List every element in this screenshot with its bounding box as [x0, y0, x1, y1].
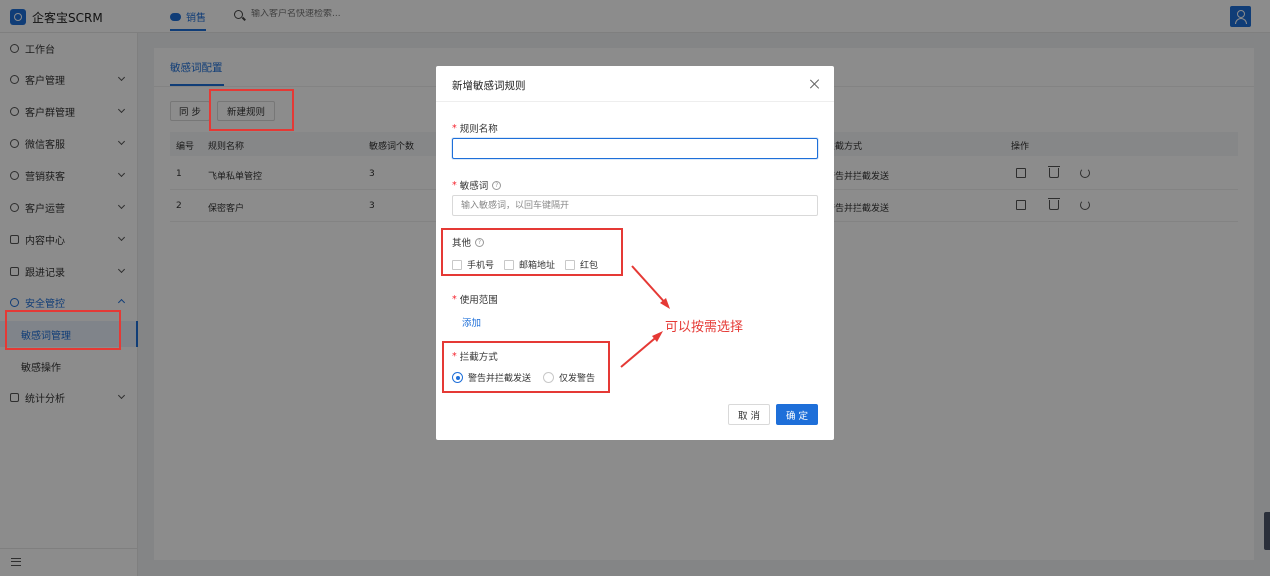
side-widget-tab[interactable] — [1264, 512, 1270, 550]
annotation-arrow-line — [631, 265, 669, 307]
annotation-arrow-line — [620, 333, 661, 368]
annotation-arrows — [620, 265, 670, 368]
annotation-text: 可以按需选择 — [665, 320, 744, 335]
